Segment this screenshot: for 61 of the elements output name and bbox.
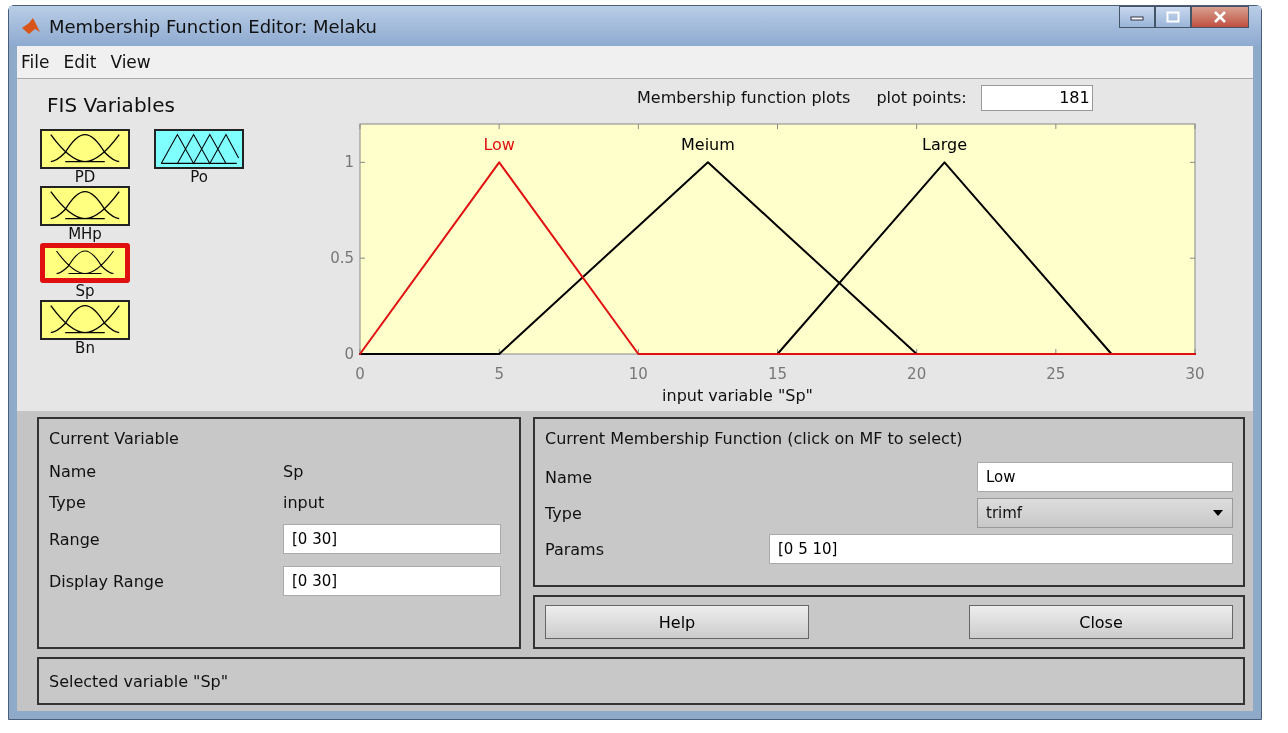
variable-block-icon[interactable] bbox=[40, 129, 130, 169]
x-tick-label: 0 bbox=[355, 364, 365, 383]
x-tick-label: 10 bbox=[628, 364, 648, 383]
x-tick-label: 5 bbox=[494, 364, 504, 383]
plot-points-field[interactable]: 181 bbox=[980, 84, 1093, 111]
panel-heading: FIS Variables bbox=[47, 93, 176, 117]
variable-block-icon[interactable] bbox=[40, 300, 130, 340]
maximize-button[interactable] bbox=[1155, 6, 1191, 28]
caret-icon bbox=[1212, 509, 1224, 517]
dialog-button[interactable]: Help bbox=[545, 605, 809, 639]
curve-label: Large bbox=[922, 135, 967, 155]
variable-block-icon[interactable] bbox=[40, 243, 130, 283]
panel-heading: Current Membership Function (click on MF to select) bbox=[545, 429, 964, 448]
mf-type-dropdown[interactable]: trimf bbox=[977, 498, 1233, 528]
curve-label: Meium bbox=[681, 135, 735, 155]
x-tick-label: 20 bbox=[907, 364, 927, 383]
variable-block-icon[interactable] bbox=[40, 186, 130, 226]
field-label: Type bbox=[545, 503, 582, 523]
minimize-button[interactable] bbox=[1119, 6, 1155, 28]
field-label: Params bbox=[545, 539, 605, 559]
curve-label: Low bbox=[483, 135, 515, 155]
range-field[interactable]: [0 30] bbox=[283, 524, 501, 554]
variable-label: Po bbox=[190, 169, 208, 186]
variable-label: Sp bbox=[75, 283, 95, 300]
plot-title: Membership function plots bbox=[637, 88, 851, 108]
variable-type: input bbox=[283, 493, 326, 512]
window-title: Membership Function Editor: Melaku bbox=[49, 15, 378, 37]
close-button[interactable] bbox=[1191, 6, 1249, 28]
minimize-icon bbox=[1130, 13, 1144, 21]
membership-curve[interactable] bbox=[359, 161, 918, 355]
plot-points-label: plot points: bbox=[876, 88, 967, 108]
mf-name-field[interactable]: Low bbox=[977, 462, 1233, 492]
variable-name: Sp bbox=[283, 462, 305, 481]
variable-block-icon[interactable] bbox=[154, 129, 244, 169]
field-label: Name bbox=[545, 467, 593, 487]
y-tick-label: 0.5 bbox=[330, 249, 354, 268]
variable-label: MHp bbox=[68, 226, 102, 243]
field-label: Name bbox=[49, 462, 98, 481]
x-tick-label: 30 bbox=[1185, 364, 1205, 383]
variable-label: PD bbox=[74, 169, 96, 186]
x-axis-label: input variable "Sp" bbox=[662, 385, 813, 405]
menu-item[interactable]: File bbox=[21, 52, 50, 72]
x-tick-label: 25 bbox=[1046, 364, 1066, 383]
params-field[interactable]: [0 5 10] bbox=[769, 534, 1233, 564]
menu-item[interactable]: View bbox=[110, 52, 151, 72]
y-tick-label: 0 bbox=[344, 344, 354, 363]
field-label: Type bbox=[49, 493, 87, 512]
field-label: Range bbox=[49, 529, 101, 549]
display-range-field[interactable]: [0 30] bbox=[283, 566, 501, 596]
status-text: Selected variable "Sp" bbox=[49, 671, 229, 691]
y-tick-label: 1 bbox=[344, 153, 354, 172]
membership-curve[interactable] bbox=[359, 161, 1196, 355]
close-icon bbox=[1213, 11, 1227, 23]
app-logo-icon bbox=[21, 16, 41, 36]
panel-heading: Current Variable bbox=[49, 429, 180, 448]
dialog-button[interactable]: Close bbox=[969, 605, 1233, 639]
menu-item[interactable]: Edit bbox=[63, 52, 97, 72]
maximize-icon bbox=[1166, 11, 1180, 23]
field-label: Display Range bbox=[49, 571, 165, 591]
variable-label: Bn bbox=[75, 340, 95, 357]
x-tick-label: 15 bbox=[767, 364, 788, 383]
